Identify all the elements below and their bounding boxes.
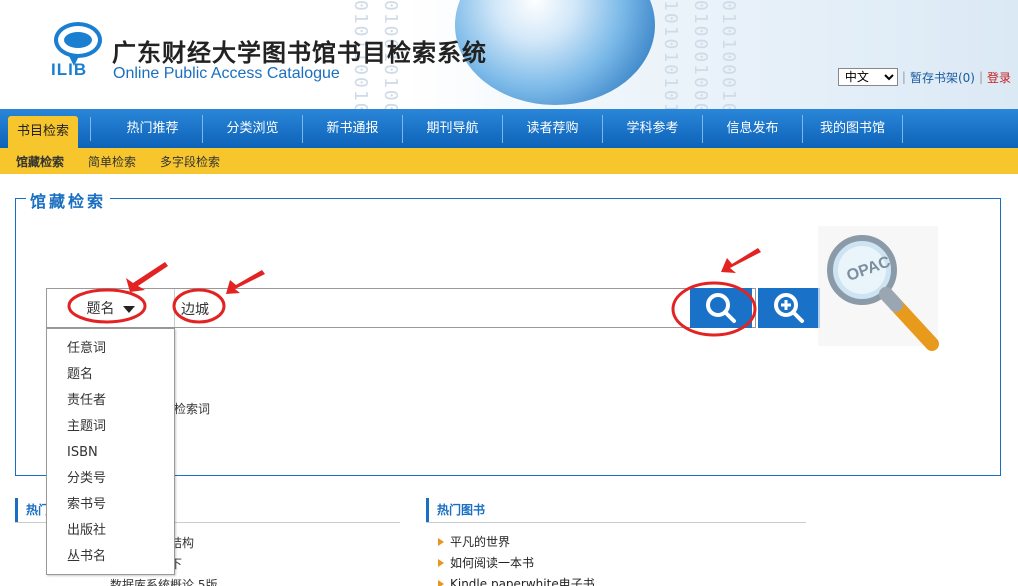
binary-decoration: 0100010001 — [690, 0, 711, 109]
list-item[interactable]: Kindle paperwhite电子书 — [436, 574, 595, 586]
option-title[interactable]: 题名 — [47, 365, 174, 391]
caret-down-icon — [122, 305, 135, 313]
subnav-item-multi-field[interactable]: 多字段检索 — [160, 153, 220, 170]
separator: | — [978, 70, 983, 84]
option-author[interactable]: 责任者 — [47, 391, 174, 417]
hot-panel-title: 热门 — [15, 498, 50, 522]
option-call-number[interactable]: 索书号 — [47, 495, 174, 521]
search-hint: 检索词 — [174, 402, 211, 416]
logo-text: ILIB — [51, 60, 88, 79]
nav-item-hot[interactable]: 热门推荐 — [103, 114, 203, 143]
option-classification[interactable]: 分类号 — [47, 469, 174, 495]
nav-item-journals[interactable]: 期刊导航 — [403, 114, 503, 143]
option-any-word[interactable]: 任意词 — [47, 339, 174, 365]
list-item[interactable]: 如何阅读一本书 — [436, 553, 595, 574]
site-title: 广东财经大学图书馆书目检索系统 — [112, 39, 487, 67]
sub-nav: 馆藏检索 简单检索 多字段检索 — [0, 148, 1018, 174]
hot-books-title: 热门图书 — [426, 498, 485, 522]
main-nav: 书目检索 热门推荐 分类浏览 新书通报 期刊导航 读者荐购 学科参考 信息发布 … — [0, 109, 1018, 148]
nav-item-catalog-search[interactable]: 书目检索 — [8, 116, 78, 148]
nav-item-my-library[interactable]: 我的图书馆 — [803, 114, 903, 143]
language-select[interactable]: 中文 — [837, 68, 898, 86]
field-select[interactable]: 题名 — [47, 289, 175, 327]
option-series[interactable]: 丛书名 — [47, 547, 174, 573]
header-links: 中文 | 暂存书架(0) | 登录 — [837, 68, 1011, 86]
site-subtitle: Online Public Access Catalogue — [113, 65, 340, 82]
nav-item-subject[interactable]: 学科参考 — [603, 114, 703, 143]
binary-decoration: 1010101010 — [660, 0, 681, 109]
logo-bubble-icon — [54, 22, 102, 66]
nav-item-news[interactable]: 信息发布 — [703, 114, 803, 143]
zoom-in-icon — [774, 293, 804, 323]
hot-books-list: 平凡的世界 如何阅读一本书 Kindle paperwhite电子书 — [436, 532, 595, 586]
search-button[interactable] — [690, 288, 752, 328]
header: 0101100101 0100101000 1010101010 0100010… — [0, 0, 1018, 109]
option-isbn[interactable]: ISBN — [47, 443, 174, 469]
shelf-link[interactable]: 暂存书架(0) — [910, 69, 975, 86]
field-dropdown: 任意词 题名 责任者 主题词 ISBN 分类号 索书号 出版社 丛书名 — [46, 328, 175, 575]
login-link[interactable]: 登录 — [987, 69, 1011, 86]
list-item[interactable]: 平凡的世界 — [436, 532, 595, 553]
option-subject[interactable]: 主题词 — [47, 417, 174, 443]
field-select-value: 题名 — [86, 301, 115, 317]
binary-decoration: 0101000101 — [718, 0, 739, 109]
advanced-search-button[interactable] — [758, 288, 820, 328]
search-bar: 题名 边城 — [46, 288, 756, 328]
search-input[interactable]: 边城 — [181, 299, 209, 319]
nav-item-browse[interactable]: 分类浏览 — [203, 114, 303, 143]
nav-divider — [90, 116, 91, 141]
subnav-item-simple[interactable]: 简单检索 — [88, 153, 136, 170]
nav-item-new-books[interactable]: 新书通报 — [303, 114, 403, 143]
panel-divider — [426, 522, 806, 523]
subnav-item-collection[interactable]: 馆藏检索 — [16, 153, 64, 170]
separator: | — [901, 70, 906, 84]
option-publisher[interactable]: 出版社 — [47, 521, 174, 547]
search-legend: 馆藏检索 — [26, 188, 111, 212]
nav-item-recommend[interactable]: 读者荐购 — [503, 114, 603, 143]
list-item[interactable]: 数据库系统概论 5版 — [110, 576, 217, 586]
search-icon — [706, 293, 736, 323]
opac-magnifier-icon: OPAC — [818, 226, 939, 351]
